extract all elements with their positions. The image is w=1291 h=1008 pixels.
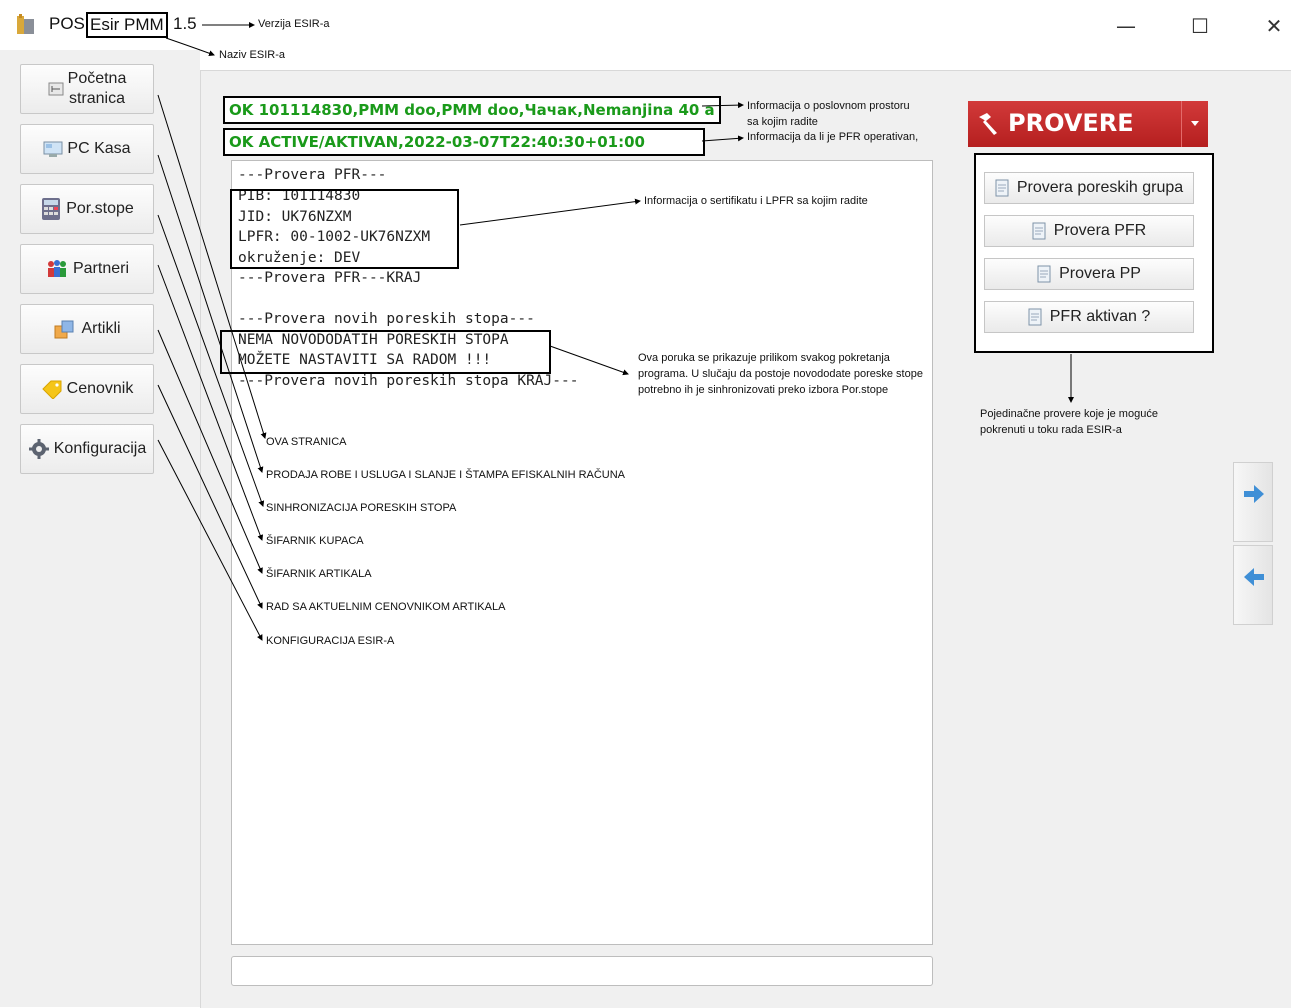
caption-ova-stranica: OVA STRANICA (266, 436, 347, 448)
caption-sifarnik-artikala: ŠIFARNIK ARTIKALA (266, 568, 372, 580)
caption-sinhronizacija: SINHRONIZACIJA PORESKIH STOPA (266, 502, 457, 514)
caption-cenovnik: RAD SA AKTUELNIM CENOVNIKOM ARTIKALA (266, 601, 506, 613)
annotation-pojedinacne: Pojedinačne provere koje je moguće pokre… (980, 408, 1158, 436)
annotation-overlay (157, 22, 1074, 641)
annotation-verzija: Verzija ESIR-a (258, 18, 330, 30)
caption-prodaja: PRODAJA ROBE I USLUGA I SLANJE I ŠTAMPA … (266, 469, 626, 481)
annotation-poruka: Ova poruka se prikazuje prilikom svakog … (638, 352, 923, 396)
annotation-pfr-operativan: Informacija da li je PFR operativan, (747, 131, 919, 143)
annotation-line: Informacija o poslovnom prostoru (747, 100, 910, 112)
annotation-sertifikat: Informacija o sertifikatu i LPFR sa koji… (644, 195, 868, 207)
annotation-line: sa kojim radite (747, 116, 818, 128)
caption-sifarnik-kupaca: ŠIFARNIK KUPACA (266, 535, 364, 547)
caption-konfiguracija: KONFIGURACIJA ESIR-A (266, 635, 395, 647)
annotation-naziv: Naziv ESIR-a (219, 49, 286, 61)
annotation-poslovni-prostor: Informacija o poslovnom prostoru sa koji… (747, 98, 947, 130)
